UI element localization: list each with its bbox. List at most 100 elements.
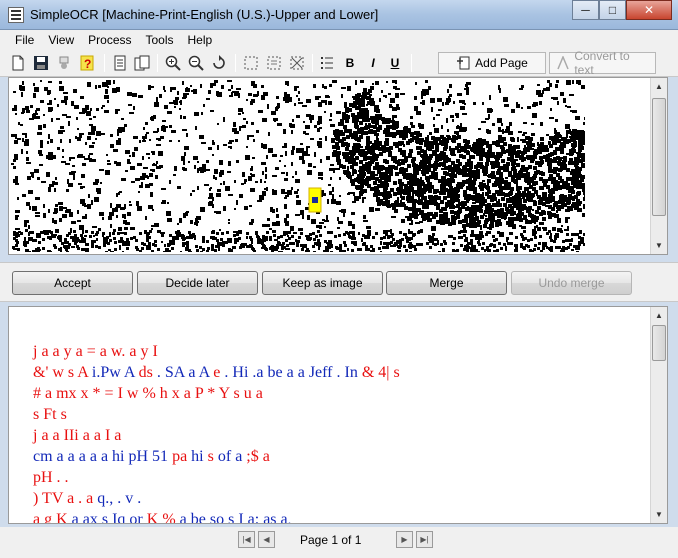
scroll-thumb[interactable] (652, 98, 666, 216)
image-speck (47, 90, 50, 95)
image-speck (312, 232, 315, 235)
image-speck (290, 124, 295, 128)
recognized-word[interactable]: of a (218, 448, 246, 465)
image-speck (576, 199, 580, 203)
keep-as-image-button[interactable]: Keep as image (262, 271, 383, 295)
last-page-icon[interactable]: ▶| (416, 531, 433, 548)
recognized-word[interactable]: cm a a a a a hi pH 51 (33, 448, 172, 465)
image-speck (135, 246, 138, 249)
uncertain-word[interactable]: & 4| s (362, 364, 400, 381)
undo-merge-button[interactable]: Undo merge (511, 271, 632, 295)
uncertain-word[interactable]: j a a y a = a w. a y I (33, 343, 158, 360)
viewer-scrollbar[interactable]: ▲ ▼ (650, 78, 667, 254)
image-speck (330, 124, 335, 127)
uncertain-word[interactable]: K % (147, 511, 180, 523)
image-speck (246, 99, 248, 101)
recognized-word[interactable]: q., . v . (97, 490, 141, 507)
image-speck (343, 170, 347, 174)
delete-region-icon[interactable] (288, 54, 306, 72)
bold-button[interactable]: B (341, 54, 359, 72)
maximize-button[interactable]: □ (599, 0, 626, 20)
document-view-icon[interactable] (111, 54, 129, 72)
convert-to-text-button[interactable]: Convert to text (549, 49, 656, 77)
recognized-word[interactable]: . Hi .a be a a Jeff . In (224, 364, 361, 381)
uncertain-word[interactable]: j a a IIi a a I a (33, 427, 121, 444)
image-speck (576, 152, 581, 154)
next-page-icon[interactable]: ▶ (396, 531, 413, 548)
image-speck (435, 238, 438, 241)
uncertain-word[interactable]: &' w s A (33, 364, 92, 381)
help-icon[interactable]: ? (78, 54, 96, 72)
add-page-button[interactable]: Add Page (438, 52, 546, 74)
rotate-icon[interactable] (210, 54, 228, 72)
image-speck (43, 204, 45, 208)
ocr-text-editor[interactable]: j a a y a = a w. a y I &' w s A i.Pw A ds… (8, 306, 668, 524)
uncertain-word[interactable]: a (33, 511, 44, 523)
uncertain-word[interactable]: ) TV a . a (33, 490, 97, 507)
new-document-icon[interactable] (9, 54, 27, 72)
menu-tools[interactable]: Tools (139, 33, 181, 47)
uncertain-word[interactable]: ds (139, 364, 157, 381)
image-speck (149, 236, 151, 239)
image-speck (336, 146, 340, 150)
italic-button[interactable]: I (364, 54, 382, 72)
image-speck (13, 166, 16, 169)
previous-page-icon[interactable]: ◀ (258, 531, 275, 548)
scroll-up-icon[interactable]: ▲ (651, 78, 667, 95)
uncertain-word[interactable]: pH . . (33, 469, 69, 486)
accept-button[interactable]: Accept (12, 271, 133, 295)
image-speck (319, 96, 321, 98)
list-icon[interactable] (318, 54, 336, 72)
uncertain-word[interactable]: pa (172, 448, 191, 465)
image-speck (397, 250, 401, 252)
image-speck (325, 136, 327, 141)
text-scroll-up-icon[interactable]: ▲ (651, 307, 667, 324)
multi-page-icon[interactable] (133, 54, 151, 72)
uncertain-word[interactable]: s (208, 448, 218, 465)
decide-later-button[interactable]: Decide later (137, 271, 258, 295)
image-speck (464, 219, 468, 223)
image-speck (219, 229, 221, 231)
select-text-region-icon[interactable] (265, 54, 283, 72)
image-speck (48, 107, 52, 112)
image-speck (163, 251, 165, 252)
image-speck (227, 171, 231, 173)
close-button[interactable]: ✕ (626, 0, 672, 20)
scroll-down-icon[interactable]: ▼ (651, 237, 667, 254)
menu-help[interactable]: Help (181, 33, 220, 47)
text-scroll-thumb[interactable] (652, 325, 666, 361)
save-icon[interactable] (32, 54, 50, 72)
uncertain-word[interactable]: e (213, 364, 224, 381)
recognized-word[interactable]: i.Pw A (92, 364, 139, 381)
image-speck (405, 249, 408, 252)
image-speck (479, 157, 483, 161)
zoom-in-icon[interactable] (164, 54, 182, 72)
image-speck (36, 108, 40, 111)
text-scrollbar[interactable]: ▲ ▼ (650, 307, 667, 523)
recognized-word[interactable]: a ax s Iq or (72, 511, 147, 523)
menu-file[interactable]: File (8, 33, 41, 47)
scan-icon[interactable] (55, 54, 73, 72)
uncertain-word[interactable]: s Ft s (33, 406, 67, 423)
underline-button[interactable]: U (386, 54, 404, 72)
image-speck (215, 177, 217, 180)
menu-view[interactable]: View (41, 33, 81, 47)
select-region-icon[interactable] (242, 54, 260, 72)
uncertain-word[interactable]: ;$ a (246, 448, 270, 465)
image-speck (318, 244, 321, 247)
image-viewer[interactable]: ▲ ▼ (8, 77, 668, 255)
zoom-out-icon[interactable] (187, 54, 205, 72)
image-speck (479, 209, 483, 213)
image-speck (215, 245, 218, 248)
uncertain-word[interactable]: # a mx x * = I w % h x a P * Y s u a (33, 385, 263, 402)
recognized-word[interactable]: . SA a A (157, 364, 213, 381)
uncertain-word[interactable]: g K (44, 511, 72, 523)
image-speck (508, 144, 512, 148)
merge-button[interactable]: Merge (386, 271, 507, 295)
recognized-word[interactable]: hi (191, 448, 207, 465)
text-scroll-down-icon[interactable]: ▼ (651, 506, 667, 523)
minimize-button[interactable]: ─ (572, 0, 599, 20)
menu-process[interactable]: Process (81, 33, 138, 47)
first-page-icon[interactable]: |◀ (238, 531, 255, 548)
recognized-word[interactable]: a be so s I a: as a, (180, 511, 292, 523)
